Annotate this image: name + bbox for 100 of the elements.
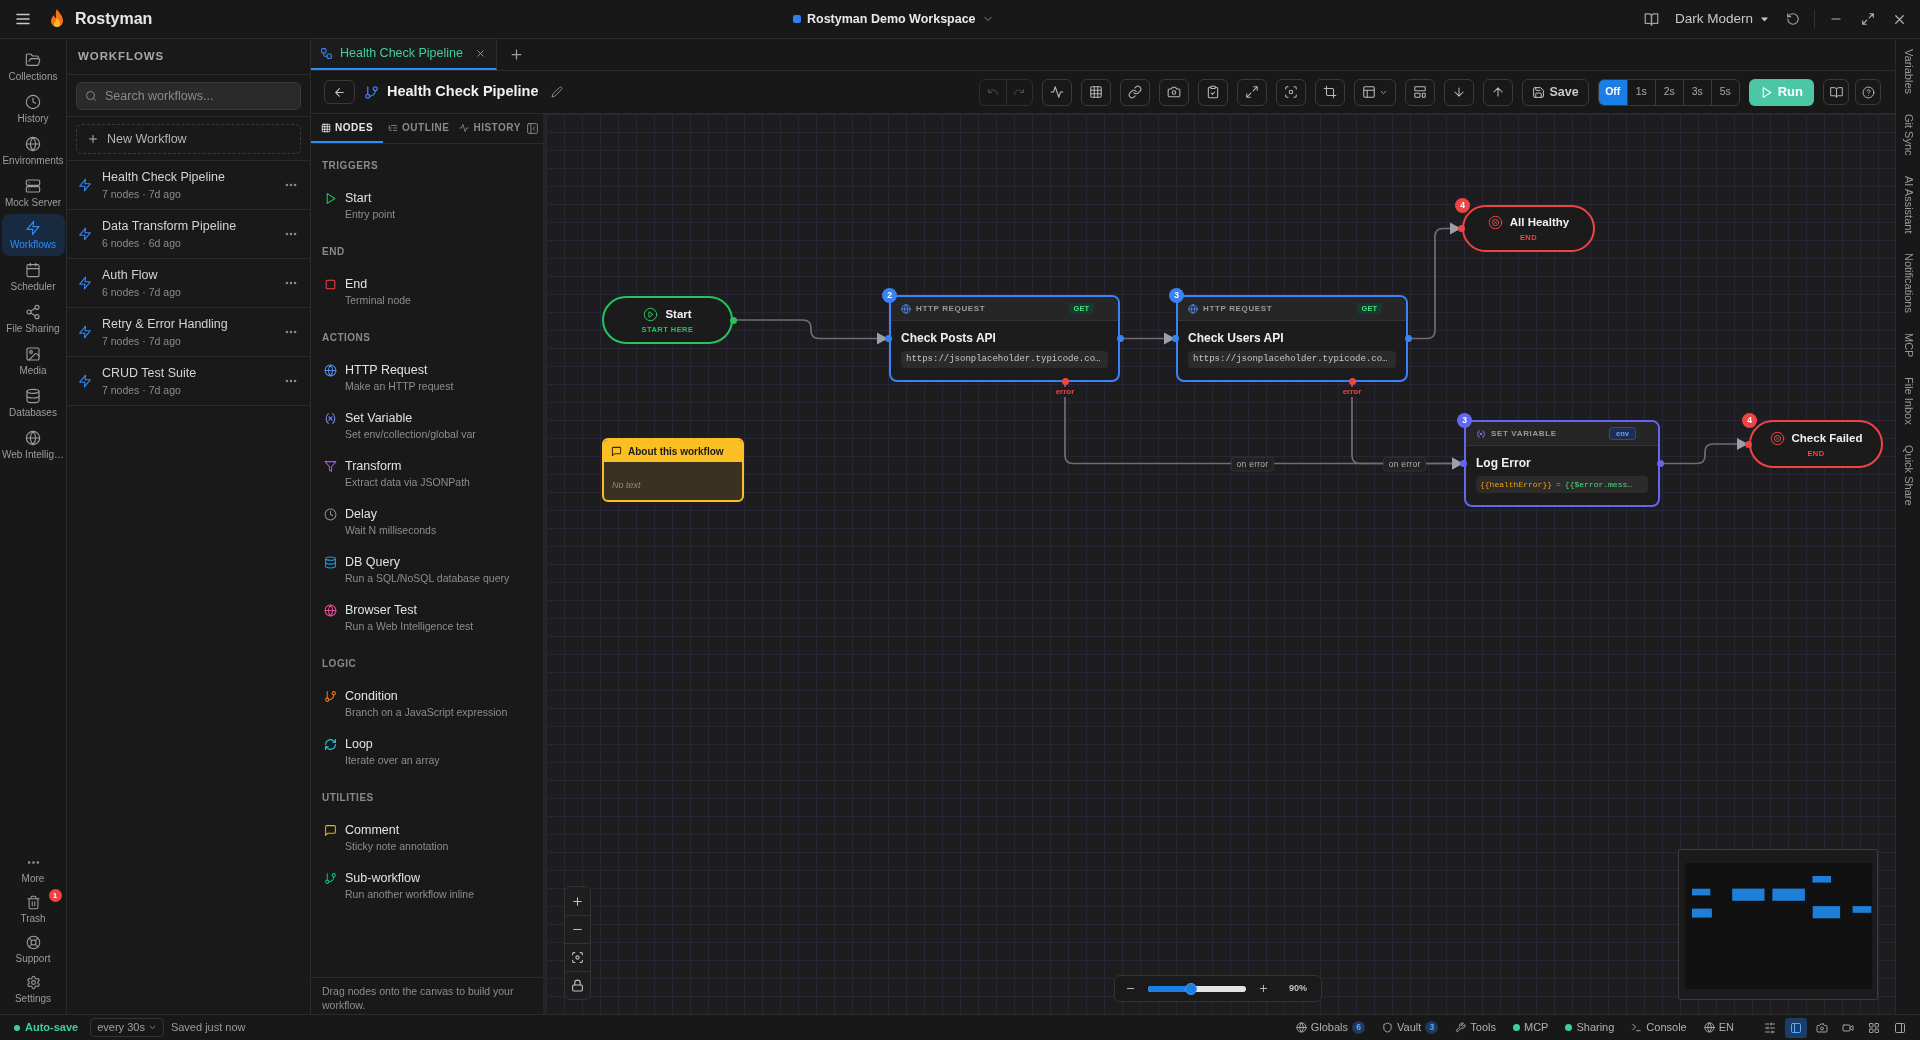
link-button[interactable] [1119,78,1150,106]
back-button[interactable] [324,80,355,104]
side-panel-tab[interactable]: File Inbox [1901,377,1915,426]
help-button[interactable] [1855,79,1881,105]
nav-item[interactable]: Web Intellig… [1,424,65,466]
layout-dropdown[interactable] [1353,78,1396,106]
docs-button[interactable] [1643,11,1660,27]
interval-option[interactable]: 5s [1710,79,1739,105]
new-tab-button[interactable] [509,47,524,62]
nav-item[interactable]: Support [1,930,65,970]
globe-icon [901,303,911,314]
nav-item[interactable]: Mock Server [1,172,65,214]
palette-item-title[interactable]: Set Variable [345,410,413,426]
collapse-panel-button[interactable] [525,122,539,135]
zoom-in-button[interactable] [1258,983,1269,994]
snapshot-button[interactable] [1158,78,1189,106]
camera-icon [1816,1021,1828,1034]
nav-item[interactable]: Databases [1,382,65,424]
interval-option[interactable]: Off [1598,79,1627,105]
nav-item[interactable]: History [1,88,65,130]
undo-icon [986,86,999,98]
palette-item-title[interactable]: Delay [345,506,377,522]
workspace-color-icon [793,15,801,23]
nav-item[interactable]: Media [1,340,65,382]
download-button[interactable] [1443,78,1474,106]
nav-item[interactable]: Settings [1,970,65,1010]
status-item[interactable]: MCP [1513,1019,1549,1036]
panel-tab[interactable]: NODES [311,114,384,143]
side-panel-tab[interactable]: MCP [1901,333,1915,358]
theme-selector[interactable]: Dark Modern [1674,8,1768,30]
nav-item[interactable]: File Sharing [1,298,65,340]
side-panel-tab[interactable]: AI Assistant [1901,175,1915,234]
auto-layout-button[interactable] [1404,78,1435,106]
close-tab-button[interactable] [475,48,486,59]
reset-button[interactable] [1786,12,1800,26]
rename-button[interactable] [550,86,563,98]
interval-option[interactable]: 3s [1682,79,1711,105]
lightning-icon [78,227,92,241]
note-title: About this workflow [628,444,724,459]
workspace-selector[interactable]: Rostyman Demo Workspace [793,7,994,31]
new-workflow-button[interactable]: New Workflow [76,124,301,154]
status-item[interactable]: Globals 6 [1295,1019,1366,1036]
workflow-name[interactable]: Retry & Error Handling [102,316,228,332]
side-panel-tab[interactable]: Variables [1901,49,1915,95]
maximize-button[interactable] [1861,12,1875,26]
palette-item-title[interactable]: End [345,276,368,292]
editor-tab[interactable]: Health Check Pipeline [311,39,497,70]
paste-button[interactable] [1197,78,1228,106]
nav-item[interactable]: Workflows [1,214,65,256]
palette-item-title[interactable]: DB Query [345,554,400,570]
palette-item-title[interactable]: Browser Test [345,602,417,618]
sidebar-icon [1894,1021,1906,1034]
section-heading: LOGIC [322,658,357,670]
minimap[interactable] [1678,849,1878,1000]
palette-item-description: Run another workflow inline [345,887,474,901]
palette-item-title[interactable]: Transform [345,458,402,474]
panel-tab[interactable]: OUTLINE [383,114,455,143]
palette-item-title[interactable]: Start [345,190,372,206]
docs-button[interactable] [1823,79,1849,105]
comment-note[interactable]: About this workflow No text [602,438,744,502]
server-icon [25,177,41,194]
layout-toggle[interactable] [1785,1017,1807,1038]
status-item[interactable]: Console [1631,1019,1687,1036]
workflow-name[interactable]: CRUD Test Suite [102,365,197,381]
nav-item[interactable]: More [1,850,65,890]
side-panel-tab[interactable]: Git Sync [1901,114,1915,156]
section-heading: TRIGGERS [322,160,379,172]
workflow-name[interactable]: Auth Flow [102,267,158,283]
status-item[interactable]: Tools [1455,1019,1496,1036]
palette-item-title[interactable]: Comment [345,822,400,838]
panel-tab[interactable]: HISTORY [454,114,526,143]
palette-item-title[interactable]: Condition [345,688,398,704]
workflow-name[interactable]: Health Check Pipeline [102,169,225,185]
table-button[interactable] [1080,78,1111,106]
node-title: Check Posts API [901,331,996,346]
nav-item[interactable]: Environments [1,130,65,172]
interval-option[interactable]: 1s [1626,79,1655,105]
activity-button[interactable] [1041,78,1072,106]
upload-button[interactable] [1482,78,1513,106]
palette-item-title[interactable]: Sub-workflow [345,870,421,886]
interval-option[interactable]: 2s [1654,79,1683,105]
focus-button[interactable] [1275,78,1306,106]
status-item[interactable]: Vault 3 [1382,1019,1439,1036]
comment-icon [611,445,622,457]
palette-item-title[interactable]: Loop [345,736,373,752]
workflow-name[interactable]: Data Transform Pipeline [102,218,237,234]
grid-icon [1868,1021,1880,1034]
expand-button[interactable] [1236,78,1267,106]
save-button[interactable]: Save [1521,78,1589,106]
crop-button[interactable] [1314,78,1345,106]
status-item[interactable]: Sharing [1565,1019,1615,1036]
side-panel-tab[interactable]: Quick Share [1901,445,1915,506]
autosave-interval-dropdown[interactable]: every 30s [90,1018,164,1037]
side-panel-tab[interactable]: Notifications [1901,253,1915,314]
status-item[interactable]: EN [1703,1019,1734,1036]
search-field[interactable]: Search workflows... [76,82,301,110]
clipboard-icon [1205,85,1220,99]
palette-item-title[interactable]: HTTP Request [345,362,428,378]
nav-item[interactable]: Collections [1,46,65,88]
nav-item[interactable]: Scheduler [1,256,65,298]
